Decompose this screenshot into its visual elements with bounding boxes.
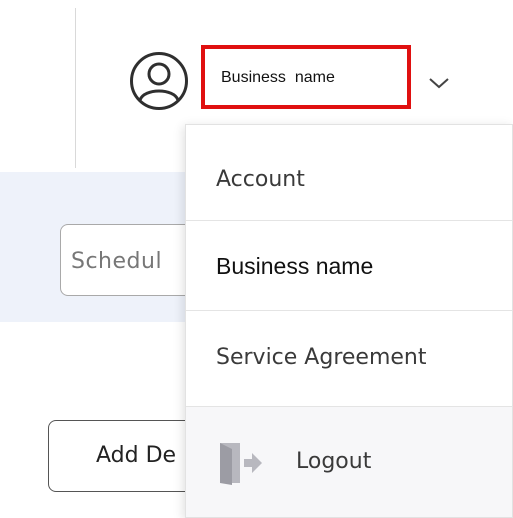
account-dropdown-menu: Account Business name Service Agreement … [185,124,513,518]
chevron-down-icon[interactable] [428,76,450,90]
menu-item-account[interactable]: Account [186,125,512,221]
menu-item-logout[interactable]: Logout [186,407,512,517]
logout-door-icon [220,443,262,485]
schedule-input-text: Schedul [71,249,163,274]
menu-item-label: Service Agreement [216,345,427,370]
menu-item-label: Business name [216,253,374,279]
menu-item-business-name[interactable]: Business name [186,221,512,311]
account-name-button[interactable]: Business name [201,45,411,109]
user-circle-icon[interactable] [128,50,190,112]
menu-item-service-agreement[interactable]: Service Agreement [186,311,512,407]
menu-item-label: Account [216,167,305,192]
account-name-label: Business name [221,69,335,86]
menu-item-label: Logout [296,449,372,474]
add-button-label: Add De [96,443,177,468]
vertical-divider [75,8,76,168]
